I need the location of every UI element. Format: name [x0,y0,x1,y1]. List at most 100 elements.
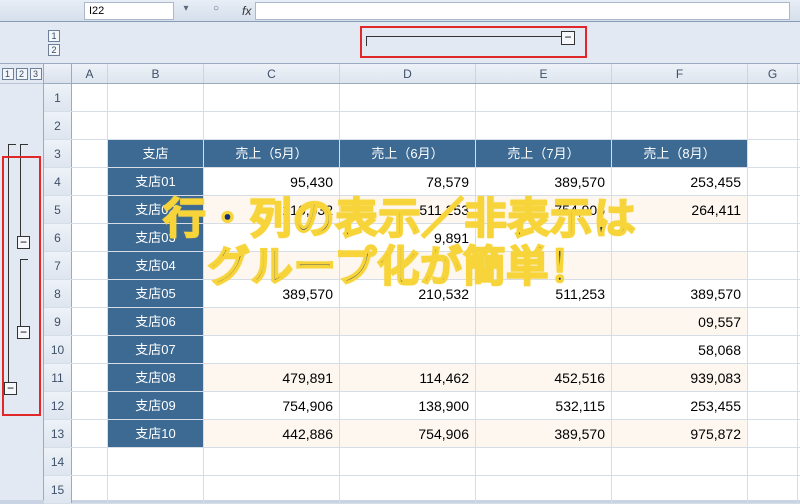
table-cell[interactable]: 452,516 [476,364,612,391]
row-header[interactable]: 14 [44,448,72,475]
row-header[interactable]: 13 [44,420,72,447]
table-cell[interactable]: 754,906 [476,196,612,223]
table-cell[interactable] [340,252,476,279]
row-group-bracket-2 [20,259,28,329]
row-outline-area: 1 2 3 − − − [0,64,44,500]
col-level-2-button[interactable]: 2 [48,44,60,56]
row-level-2-button[interactable]: 2 [16,68,28,80]
table-cell[interactable]: 210,532 [204,196,340,223]
table-cell[interactable] [340,336,476,363]
table-cell[interactable]: 754,906 [204,392,340,419]
row-header[interactable]: 4 [44,168,72,195]
row-level-3-button[interactable]: 3 [30,68,42,80]
cancel-formula-icon[interactable]: ○ [208,3,224,19]
table-cell[interactable]: 支店06 [108,308,204,335]
col-header-F[interactable]: F [612,64,748,83]
table-cell[interactable]: 479,891 [204,364,340,391]
table-cell[interactable]: 754,906 [340,420,476,447]
row-header[interactable]: 3 [44,140,72,167]
col-header-G[interactable]: G [748,64,798,83]
row-group-collapse-1[interactable]: − [17,236,30,249]
select-all-corner[interactable] [44,64,72,83]
row-header[interactable]: 5 [44,196,72,223]
row-group-collapse-2[interactable]: − [17,326,30,339]
col-header-B[interactable]: B [108,64,204,83]
table-cell[interactable]: 09,557 [612,308,748,335]
row-header[interactable]: 7 [44,252,72,279]
row-header[interactable]: 15 [44,476,72,503]
column-outline-area: 1 2 − [0,22,800,64]
fx-label[interactable]: fx [242,4,251,18]
table-cell[interactable]: 389,570 [204,280,340,307]
table-cell[interactable] [612,224,748,251]
row-header[interactable]: 6 [44,224,72,251]
col-header-C[interactable]: C [204,64,340,83]
table-cell[interactable]: 58,068 [612,336,748,363]
table-cell[interactable]: 442,886 [204,420,340,447]
table-cell[interactable]: 511,253 [340,196,476,223]
spreadsheet-grid[interactable]: A B C D E F G 1 2 3 支店 売上（5月） 売上（6月） 売上（… [44,64,800,500]
table-cell[interactable]: 支店10 [108,420,204,447]
table-cell[interactable] [476,224,612,251]
table-cell[interactable]: 138,900 [340,392,476,419]
table-cell[interactable]: 95,430 [204,168,340,195]
table-cell[interactable] [612,252,748,279]
name-box-dropdown-icon[interactable]: ▾ [178,3,194,19]
table-cell[interactable] [204,252,340,279]
table-cell[interactable]: 210,532 [340,280,476,307]
row-group-collapse-outer[interactable]: − [4,382,17,395]
table-cell[interactable]: 78,579 [340,168,476,195]
column-outline-levels: 1 2 [0,22,64,63]
table-cell[interactable]: 支店07 [108,336,204,363]
table-cell[interactable]: 支店08 [108,364,204,391]
table-cell[interactable]: 253,455 [612,168,748,195]
table-cell[interactable]: 389,570 [476,168,612,195]
col-header-D[interactable]: D [340,64,476,83]
table-cell[interactable]: 114,462 [340,364,476,391]
table-cell[interactable]: 264,411 [612,196,748,223]
column-group-bracket [366,36,562,46]
table-cell[interactable]: 支店05 [108,280,204,307]
column-group-collapse-button[interactable]: − [561,31,575,45]
table-cell[interactable]: 支店01 [108,168,204,195]
row-level-1-button[interactable]: 1 [2,68,14,80]
col-header-A[interactable]: A [72,64,108,83]
name-box[interactable]: I22 [84,2,174,20]
row-header[interactable]: 1 [44,84,72,111]
table-cell[interactable] [204,336,340,363]
grid-rows: 1 2 3 支店 売上（5月） 売上（6月） 売上（7月） 売上（8月） 4支店… [44,84,800,504]
row-header[interactable]: 8 [44,280,72,307]
table-cell[interactable]: 9,891 [340,224,476,251]
table-header-branch: 支店 [108,140,204,167]
table-cell[interactable] [476,336,612,363]
table-header-may: 売上（5月） [204,140,340,167]
table-cell[interactable]: 389,570 [476,420,612,447]
row-header[interactable]: 12 [44,392,72,419]
table-cell[interactable]: 939,083 [612,364,748,391]
table-cell[interactable]: 支店02 [108,196,204,223]
row-header[interactable]: 11 [44,364,72,391]
table-cell[interactable]: 支店09 [108,392,204,419]
table-cell[interactable] [476,252,612,279]
table-cell[interactable] [340,308,476,335]
table-cell[interactable]: 支店04 [108,252,204,279]
row-header[interactable]: 10 [44,336,72,363]
table-cell[interactable]: 975,872 [612,420,748,447]
row-header[interactable]: 9 [44,308,72,335]
col-header-E[interactable]: E [476,64,612,83]
row-group-bracket-outer [8,144,16,384]
table-header-jul: 売上（7月） [476,140,612,167]
table-header-aug: 売上（8月） [612,140,748,167]
table-cell[interactable]: 389,570 [612,280,748,307]
formula-input[interactable] [255,2,790,20]
table-cell[interactable]: 253,455 [612,392,748,419]
table-cell[interactable] [204,224,340,251]
table-cell[interactable]: 511,253 [476,280,612,307]
table-cell[interactable]: 支店03 [108,224,204,251]
row-group-bracket-1 [20,144,28,239]
col-level-1-button[interactable]: 1 [48,30,60,42]
row-header[interactable]: 2 [44,112,72,139]
table-cell[interactable] [476,308,612,335]
table-cell[interactable] [204,308,340,335]
table-cell[interactable]: 532,115 [476,392,612,419]
